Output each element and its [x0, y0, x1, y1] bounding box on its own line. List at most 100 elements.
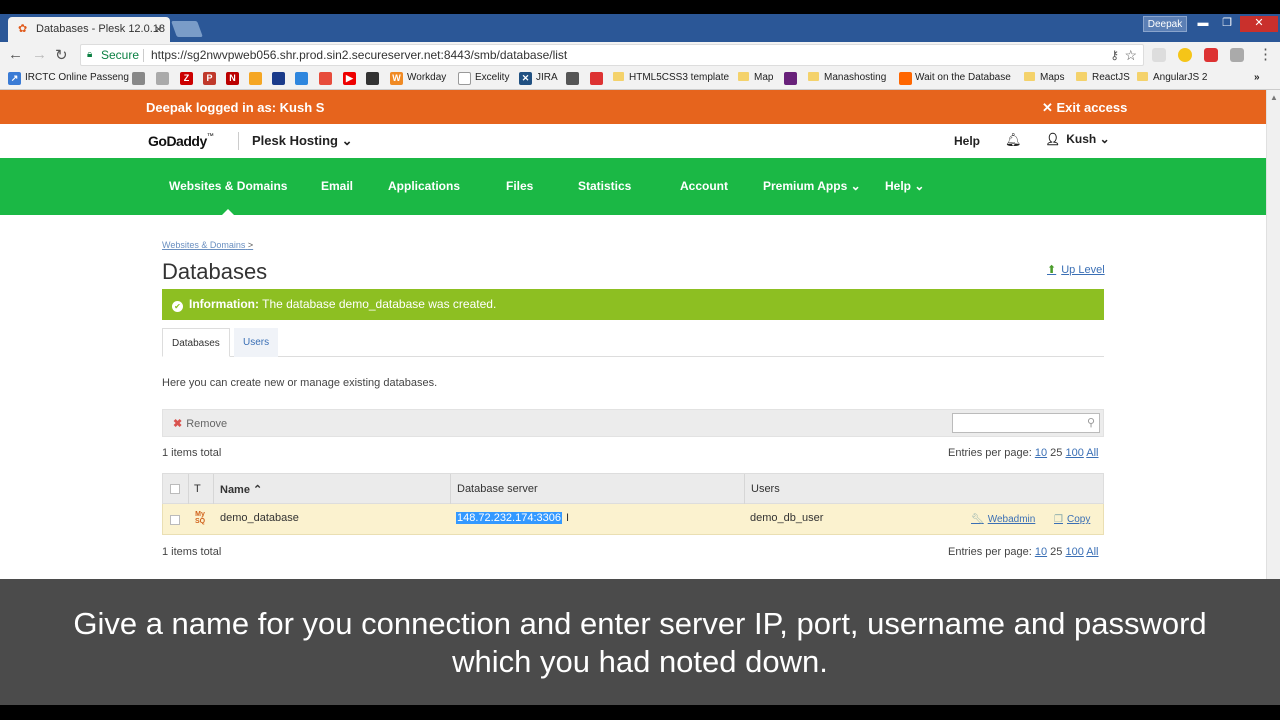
nav-premium-apps[interactable]: Premium Apps ⌄: [763, 179, 861, 193]
entries-10[interactable]: 10: [1035, 546, 1047, 558]
table-header: T Name ⌃ Database server Users: [162, 473, 1104, 504]
breadcrumb-separator: >: [247, 240, 254, 250]
bookmark-icon[interactable]: [295, 72, 308, 85]
column-name[interactable]: Name ⌃: [220, 483, 262, 496]
bookmark-icon[interactable]: [249, 72, 262, 85]
zomato-icon[interactable]: Z: [180, 72, 193, 85]
breadcrumb-link[interactable]: Websites & Domains: [162, 240, 245, 250]
profile-button[interactable]: Deepak: [1143, 16, 1187, 32]
entries-per-page: Entries per page: 10 25 100 All: [948, 447, 1099, 459]
new-tab-button[interactable]: [171, 21, 203, 37]
youtube-icon[interactable]: ▶: [343, 72, 356, 85]
bookmark-star-icon[interactable]: ☆: [1124, 45, 1137, 65]
bookmark-folder-maps[interactable]: Maps: [1024, 71, 1064, 85]
entries-25[interactable]: 25: [1050, 447, 1062, 459]
nav-help[interactable]: Help ⌄: [885, 179, 924, 193]
extension-icon[interactable]: [1204, 48, 1218, 62]
bookmark-icon[interactable]: [590, 72, 603, 85]
header-help-link[interactable]: Help: [954, 134, 980, 148]
bookmark-icon[interactable]: [366, 72, 379, 85]
extension-icon[interactable]: [1178, 48, 1192, 62]
bookmark-folder-reactjs[interactable]: ReactJS: [1076, 71, 1130, 85]
extension-icon[interactable]: [1152, 48, 1166, 62]
bookmark-folder-html5[interactable]: HTML5CSS3 template: [613, 71, 729, 85]
netflix-icon[interactable]: N: [226, 72, 239, 85]
nav-account[interactable]: Account: [680, 179, 728, 193]
reload-icon[interactable]: ↻: [55, 46, 68, 64]
godaddy-logo[interactable]: GoDaddy™: [148, 133, 214, 149]
nav-applications[interactable]: Applications: [388, 179, 460, 193]
tab-users[interactable]: Users: [234, 328, 279, 357]
entries-100[interactable]: 100: [1065, 546, 1083, 558]
wrench-icon: 🔧︎: [971, 514, 984, 525]
bookmark-icon[interactable]: [319, 72, 332, 85]
column-users[interactable]: Users: [751, 483, 780, 495]
menu-icon[interactable]: ⋮: [1258, 45, 1273, 63]
entries-all[interactable]: All: [1086, 546, 1098, 558]
page-scrollbar[interactable]: ▲: [1266, 90, 1280, 579]
entries-25[interactable]: 25: [1050, 546, 1062, 558]
nav-statistics[interactable]: Statistics: [578, 179, 631, 193]
breadcrumb[interactable]: Websites & Domains >: [162, 240, 253, 250]
select-all-checkbox[interactable]: [170, 484, 180, 494]
header-divider: [238, 132, 239, 150]
bookmark-icon[interactable]: [132, 72, 145, 85]
back-icon[interactable]: ←: [8, 46, 23, 63]
column-divider: [450, 474, 451, 504]
maximize-icon[interactable]: ❐: [1216, 16, 1238, 32]
browser-tab[interactable]: ✿ Databases - Plesk 12.0.18 ×: [8, 17, 170, 42]
extension-icon[interactable]: [1230, 48, 1244, 62]
bookmark-folder-manashosting[interactable]: Manashosting: [808, 71, 886, 85]
bookmark-wait-on-database[interactable]: Wait on the Database: [915, 71, 1011, 85]
letterbox-bottom: [0, 705, 1280, 720]
search-input[interactable]: ⚲: [952, 413, 1100, 433]
bookmark-icon[interactable]: P: [203, 72, 216, 85]
copy-link[interactable]: ❐ Copy: [1054, 514, 1090, 525]
database-users: demo_db_user: [750, 512, 824, 524]
database-name[interactable]: demo_database: [220, 512, 299, 524]
window-close-icon[interactable]: ✕: [1240, 16, 1278, 32]
database-server[interactable]: 148.72.232.174:3306: [456, 512, 562, 524]
entries-100[interactable]: 100: [1065, 447, 1083, 459]
minimize-icon[interactable]: ▬: [1192, 16, 1214, 32]
user-menu[interactable]: 👤︎ Kush ⌄: [1045, 132, 1110, 146]
remove-button[interactable]: ✖ Remove: [173, 417, 227, 430]
bookmark-jira[interactable]: JIRA: [536, 71, 558, 85]
webadmin-link[interactable]: 🔧︎ Webadmin: [971, 514, 1035, 525]
visual-studio-icon[interactable]: [784, 72, 797, 85]
bell-icon[interactable]: 🔔︎: [1005, 132, 1022, 148]
address-bar[interactable]: 🔒︎ Secure https://sg2nwvpweb056.shr.prod…: [80, 44, 1144, 66]
up-level-link[interactable]: ⬆ Up Level: [1047, 263, 1105, 276]
entries-all[interactable]: All: [1086, 447, 1098, 459]
search-icon[interactable]: ⚲: [1087, 416, 1095, 429]
bookmark-folder-map[interactable]: Map: [738, 71, 773, 85]
bookmarks-overflow-icon[interactable]: »: [1254, 71, 1260, 85]
bookmark-folder-angularjs[interactable]: AngularJS 2: [1137, 71, 1207, 85]
plesk-favicon-icon: ✿: [18, 23, 28, 35]
bookmark-icon[interactable]: [156, 72, 169, 85]
url-text[interactable]: https://sg2nwvpweb056.shr.prod.sin2.secu…: [151, 45, 567, 65]
logo-text: GoDaddy: [148, 133, 207, 149]
nav-files[interactable]: Files: [506, 179, 533, 193]
tab-close-icon[interactable]: ×: [155, 22, 162, 36]
key-icon[interactable]: ⚷: [1110, 45, 1119, 65]
exit-access-button[interactable]: ✕ Exit access: [1042, 100, 1127, 116]
bookmark-workday[interactable]: Workday: [407, 71, 446, 85]
nav-websites-domains[interactable]: Websites & Domains: [169, 179, 287, 193]
column-type[interactable]: T: [194, 483, 201, 495]
row-checkbox[interactable]: [170, 515, 180, 525]
tab-databases[interactable]: Databases: [162, 328, 230, 357]
apple-icon[interactable]: [566, 72, 579, 85]
nav-email[interactable]: Email: [321, 179, 353, 193]
bookmark-icon[interactable]: [272, 72, 285, 85]
column-database-server[interactable]: Database server: [457, 483, 538, 495]
product-menu[interactable]: Plesk Hosting ⌄: [252, 133, 352, 149]
forward-icon[interactable]: →: [32, 46, 47, 63]
entries-10[interactable]: 10: [1035, 447, 1047, 459]
bookmark-excelity[interactable]: Excelity: [475, 71, 509, 85]
jira-icon: ✕: [519, 72, 532, 85]
items-total-bottom: 1 items total: [162, 546, 222, 558]
scroll-up-icon[interactable]: ▲: [1270, 93, 1278, 102]
table-row[interactable]: MySQL demo_database 148.72.232.174:3306 …: [162, 504, 1104, 535]
bookmark-irctc[interactable]: IRCTC Online Passeng: [25, 71, 129, 85]
